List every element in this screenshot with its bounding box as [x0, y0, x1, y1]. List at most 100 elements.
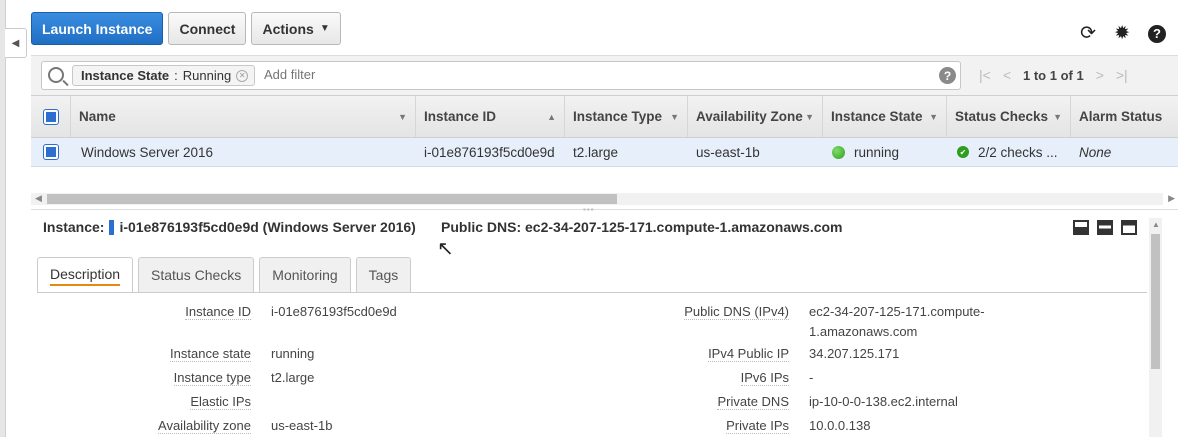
tab-description[interactable]: Description [37, 257, 134, 293]
col-instance-id[interactable]: Instance ID ▲ [416, 96, 565, 137]
field-label: Availability zone [158, 418, 251, 434]
field-value: i-01e876193f5cd0e9d [271, 304, 397, 319]
col-alarm-label: Alarm Status [1079, 109, 1163, 124]
layout-bottom-icon[interactable] [1073, 220, 1089, 235]
cell-alarm: None [1079, 144, 1112, 160]
sort-icon: ▼ [1053, 111, 1062, 122]
next-page-icon[interactable]: > [1096, 67, 1104, 83]
detail-title: Instance: i-01e876193f5cd0e9d (Windows S… [43, 219, 416, 235]
field-value: - [809, 370, 814, 385]
cell-instance-id: i-01e876193f5cd0e9d [424, 144, 555, 160]
col-alarm-status[interactable]: Alarm Status [1071, 96, 1178, 137]
field-value: ec2-34-207-125-171.compute- [809, 304, 985, 319]
horizontal-scrollbar[interactable]: ◀ ▶ [31, 193, 1175, 205]
filter-box[interactable]: Instance State : Running ✕ [41, 61, 961, 90]
collapse-sidebar-button[interactable]: ◀ [5, 28, 27, 58]
sort-icon: ▼ [670, 111, 679, 122]
field-label: Instance type [173, 370, 251, 386]
field-value: t2.large [271, 370, 315, 385]
cell-state-label: running [854, 144, 900, 160]
col-instance-type-label: Instance Type [573, 109, 663, 124]
filter-chip[interactable]: Instance State : Running ✕ [72, 65, 256, 86]
prev-page-icon[interactable]: < [1003, 67, 1011, 83]
col-name-label: Name [79, 109, 116, 124]
left-rail [0, 0, 6, 437]
check-icon: ✔ [957, 146, 969, 158]
page-range: 1 to 1 of 1 [1023, 67, 1084, 83]
sort-asc-icon: ▲ [547, 111, 556, 122]
refresh-icon[interactable]: ⟳ [1080, 24, 1096, 43]
cell-instance-type: t2.large [573, 144, 619, 160]
layout-top-icon[interactable] [1121, 220, 1137, 235]
field-label: IPv6 IPs [740, 370, 789, 386]
sort-icon: ▼ [929, 111, 938, 122]
cell-state: running [832, 138, 899, 166]
col-name[interactable]: Name ▼ [71, 96, 416, 137]
sort-icon: ▼ [398, 111, 407, 122]
public-dns-label: Public DNS: [441, 219, 522, 235]
add-filter-input[interactable] [264, 67, 864, 82]
field-value: ip-10-0-0-138.ec2.internal [809, 394, 958, 409]
running-status-icon [832, 145, 845, 159]
field-value: us-east-1b [271, 418, 333, 433]
search-icon [48, 67, 64, 83]
last-page-icon[interactable]: >| [1116, 67, 1128, 83]
scroll-up-icon[interactable]: ▲ [1152, 220, 1160, 229]
cell-status-label: 2/2 checks ... [978, 144, 1058, 160]
public-dns-header: Public DNS: ec2-34-207-125-171.compute-1… [441, 219, 843, 235]
field-value: 34.207.125.171 [809, 346, 900, 361]
field-label: Instance ID [185, 304, 251, 320]
col-instance-type[interactable]: Instance Type ▼ [565, 96, 688, 137]
col-instance-state[interactable]: Instance State ▼ [823, 96, 947, 137]
field-value: running [271, 346, 315, 361]
col-state-label: Instance State [831, 109, 923, 124]
instance-color-bar [109, 219, 115, 235]
select-all-checkbox[interactable] [42, 108, 59, 125]
select-all-cell [31, 96, 71, 137]
col-status-checks[interactable]: Status Checks ▼ [947, 96, 1071, 137]
chevron-left-icon: ◀ [11, 37, 20, 49]
help-icon[interactable]: ? [1148, 24, 1166, 43]
filter-chip-sep: : [174, 68, 178, 83]
toolbar: Launch Instance Connect Actions ▼ [31, 12, 341, 45]
tab-tags[interactable]: Tags [355, 257, 412, 292]
cell-status-checks: ✔ 2/2 checks ... [957, 138, 1058, 166]
splitter-grip-icon[interactable]: ▪▪▪ [583, 205, 595, 214]
filter-help-icon[interactable]: ? [939, 67, 956, 84]
table-row[interactable]: Windows Server 2016 i-01e876193f5cd0e9d … [31, 138, 1178, 167]
field-label: Private DNS [717, 394, 789, 410]
top-icons: ⟳ ✹ ? [1080, 24, 1166, 43]
filter-chip-key: Instance State [81, 68, 170, 83]
vertical-scrollbar[interactable]: ▲ [1149, 218, 1162, 437]
tab-description-label: Description [50, 266, 121, 286]
scroll-right-icon[interactable]: ▶ [1168, 193, 1175, 204]
first-page-icon[interactable]: |< [979, 67, 991, 83]
field-label: Public DNS (IPv4) [684, 304, 789, 320]
launch-instance-button[interactable]: Launch Instance [31, 12, 164, 45]
pane-splitter[interactable] [31, 209, 1178, 210]
field-label: Elastic IPs [190, 394, 251, 410]
instance-label: Instance: [43, 219, 105, 235]
scroll-thumb[interactable] [47, 194, 617, 204]
remove-filter-icon[interactable]: ✕ [236, 69, 249, 82]
field-label: Private IPs [726, 418, 789, 434]
pager: |< < 1 to 1 of 1 > >| [979, 67, 1128, 83]
mouse-cursor-icon: ↖ [437, 238, 454, 260]
tab-monitoring[interactable]: Monitoring [259, 257, 351, 292]
row-select-cell [31, 138, 71, 166]
vscroll-thumb[interactable] [1151, 234, 1160, 369]
col-availability-zone[interactable]: Availability Zone ▼ [688, 96, 823, 137]
actions-button[interactable]: Actions ▼ [251, 12, 341, 45]
tab-status-checks[interactable]: Status Checks [138, 257, 255, 292]
filter-bar: Instance State : Running ✕ ? |< < 1 to 1… [31, 55, 1178, 95]
scroll-left-icon[interactable]: ◀ [35, 193, 42, 204]
filter-chip-value: Running [182, 68, 232, 83]
row-checkbox[interactable] [43, 144, 59, 160]
gear-icon[interactable]: ✹ [1114, 24, 1130, 43]
connect-button[interactable]: Connect [168, 12, 247, 45]
actions-label: Actions [262, 20, 314, 37]
field-label: Instance state [170, 346, 251, 362]
cell-az: us-east-1b [696, 144, 760, 160]
layout-split-icon[interactable] [1097, 220, 1113, 235]
field-value: 10.0.0.138 [809, 418, 871, 433]
